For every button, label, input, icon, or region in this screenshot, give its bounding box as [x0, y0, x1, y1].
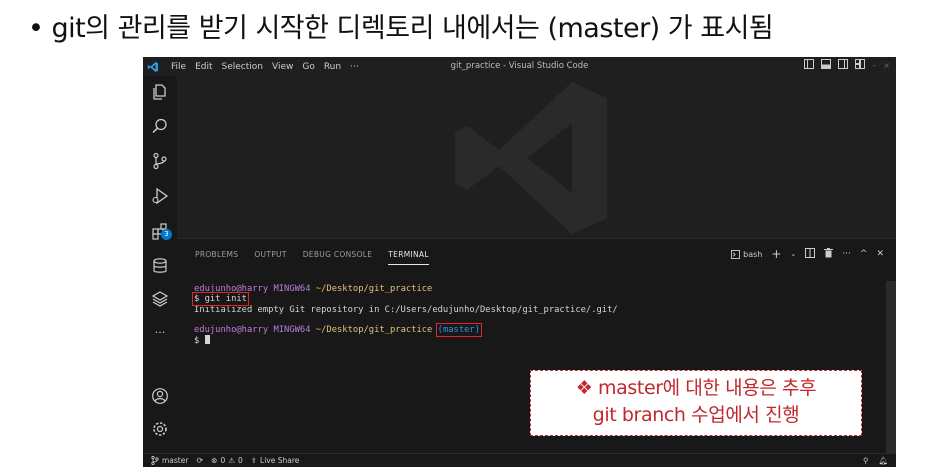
annotation-line-2: git branch 수업에서 진행 — [592, 404, 800, 426]
sync-icon[interactable]: ⟳ — [196, 456, 203, 465]
toggle-secondary-sidebar-icon[interactable] — [838, 59, 849, 72]
branch-indicator: (master) — [435, 323, 483, 338]
menu-go[interactable]: Go — [302, 62, 314, 72]
explorer-icon[interactable] — [150, 82, 170, 102]
tab-output[interactable]: OUTPUT — [254, 250, 286, 265]
maximize-panel-icon[interactable]: ^ — [860, 249, 868, 259]
settings-gear-icon[interactable] — [150, 419, 170, 439]
terminal-output[interactable]: edujunho@harry MINGW64 ~/Desktop/git_pra… — [192, 284, 864, 347]
bullet: • — [28, 13, 44, 44]
extensions-badge: 3 — [161, 229, 172, 240]
prompt-host: MINGW64 — [273, 284, 311, 294]
menu-selection[interactable]: Selection — [222, 62, 263, 72]
close-panel-icon[interactable]: ✕ — [876, 249, 884, 259]
terminal-input-line: $ — [194, 335, 864, 347]
panel-actions: bash + ⌄ ··· ^ ✕ — [731, 247, 884, 261]
status-bar: master ⟳ ⊗ 0 ⚠ 0 ⇪ Live Share ⚲ 🔔︎ — [143, 453, 896, 467]
activity-bar: 3 ··· — [143, 76, 177, 453]
terminal-icon — [731, 249, 741, 259]
annotation-note: ❖ master에 대한 내용은 추후 git branch 수업에서 진행 — [530, 370, 862, 436]
terminal-command-line: $ git init — [192, 292, 864, 307]
terminal-prompt-line: edujunho@harry MINGW64 ~/Desktop/git_pra… — [194, 284, 864, 294]
extensions-icon[interactable]: 3 — [150, 221, 172, 241]
layers-icon[interactable] — [150, 289, 170, 309]
customize-layout-icon[interactable] — [855, 59, 866, 72]
prompt-user: edujunho@harry — [194, 325, 269, 336]
git-init-output: Initialized empty Git repository in C:/U… — [194, 304, 618, 315]
live-share-icon: ⇪ — [250, 456, 258, 465]
more-icon[interactable]: ··· — [150, 322, 170, 342]
shell-label: bash — [743, 249, 763, 259]
slide-heading: • git의 관리를 받기 시작한 디렉토리 내에서는 (master) 가 표시… — [28, 6, 928, 45]
terminal-output-line: Initialized empty Git repository in C:/U… — [194, 305, 864, 315]
account-icon[interactable] — [150, 386, 170, 406]
prompt-symbol: $ — [194, 336, 200, 347]
tab-problems[interactable]: PROBLEMS — [195, 250, 238, 265]
window-title: git_practice - Visual Studio Code — [450, 61, 589, 71]
prompt-path: ~/Desktop/git_practice — [315, 325, 433, 336]
trash-icon[interactable] — [824, 247, 834, 261]
menu-bar: File Edit Selection View Go Run ··· — [171, 62, 359, 72]
layout-controls: – × — [804, 59, 890, 72]
notifications-bell-icon[interactable]: 🔔︎ — [878, 456, 888, 465]
new-terminal-icon[interactable]: + — [771, 247, 781, 261]
branch-name: master — [162, 456, 189, 465]
prompt-user: edujunho@harry — [194, 284, 269, 294]
minimize-icon[interactable]: – — [872, 61, 876, 70]
warning-count: 0 — [237, 456, 243, 465]
run-debug-icon[interactable] — [150, 186, 170, 206]
live-share-label: Live Share — [260, 456, 300, 465]
search-icon[interactable] — [150, 116, 170, 136]
menu-run[interactable]: Run — [324, 62, 341, 72]
toggle-sidebar-icon[interactable] — [804, 59, 815, 72]
menu-view[interactable]: View — [272, 62, 293, 72]
terminal-shell-selector[interactable]: bash — [731, 249, 763, 259]
toggle-panel-icon[interactable] — [821, 59, 832, 72]
prompt-path: ~/Desktop/git_practice — [315, 284, 433, 294]
database-icon[interactable] — [150, 256, 170, 276]
error-icon: ⊗ — [211, 456, 218, 465]
heading-text: git의 관리를 받기 시작한 디렉토리 내에서는 (master) 가 표시됨 — [51, 13, 774, 44]
editor-area[interactable] — [177, 76, 896, 238]
split-terminal-icon[interactable] — [805, 247, 816, 261]
terminal-cursor — [204, 335, 210, 345]
status-branch[interactable]: master — [151, 456, 188, 465]
prompt-host: MINGW64 — [273, 325, 311, 336]
panel-tabs: PROBLEMS OUTPUT DEBUG CONSOLE TERMINAL — [195, 250, 429, 265]
menu-more[interactable]: ··· — [350, 62, 359, 72]
branch-icon — [151, 456, 159, 465]
warning-icon: ⚠ — [228, 456, 235, 465]
source-control-icon[interactable] — [150, 151, 170, 171]
terminal-scrollbar[interactable] — [886, 281, 896, 454]
status-right: ⚲ 🔔︎ — [863, 456, 888, 465]
close-window-icon[interactable]: × — [883, 61, 890, 70]
tab-debug-console[interactable]: DEBUG CONSOLE — [303, 250, 373, 265]
title-bar: File Edit Selection View Go Run ··· git_… — [143, 57, 896, 76]
status-problems[interactable]: ⊗ 0 ⚠ 0 — [211, 456, 243, 465]
status-live-share[interactable]: ⇪ Live Share — [251, 456, 300, 465]
account-feedback-icon[interactable]: ⚲ — [863, 456, 869, 465]
terminal-prompt-line-2: edujunho@harry MINGW64 ~/Desktop/git_pra… — [194, 323, 864, 338]
vscode-watermark-icon — [427, 78, 627, 242]
menu-edit[interactable]: Edit — [195, 62, 212, 72]
tab-terminal[interactable]: TERMINAL — [388, 250, 429, 265]
more-actions-icon[interactable]: ··· — [842, 249, 851, 259]
chevron-down-icon[interactable]: ⌄ — [790, 250, 796, 258]
menu-file[interactable]: File — [171, 62, 186, 72]
vscode-logo-icon — [143, 57, 163, 76]
error-count: 0 — [220, 456, 226, 465]
annotation-line-1: ❖ master에 대한 내용은 추후 — [575, 377, 817, 399]
git-init-command: $ git init — [192, 292, 249, 307]
